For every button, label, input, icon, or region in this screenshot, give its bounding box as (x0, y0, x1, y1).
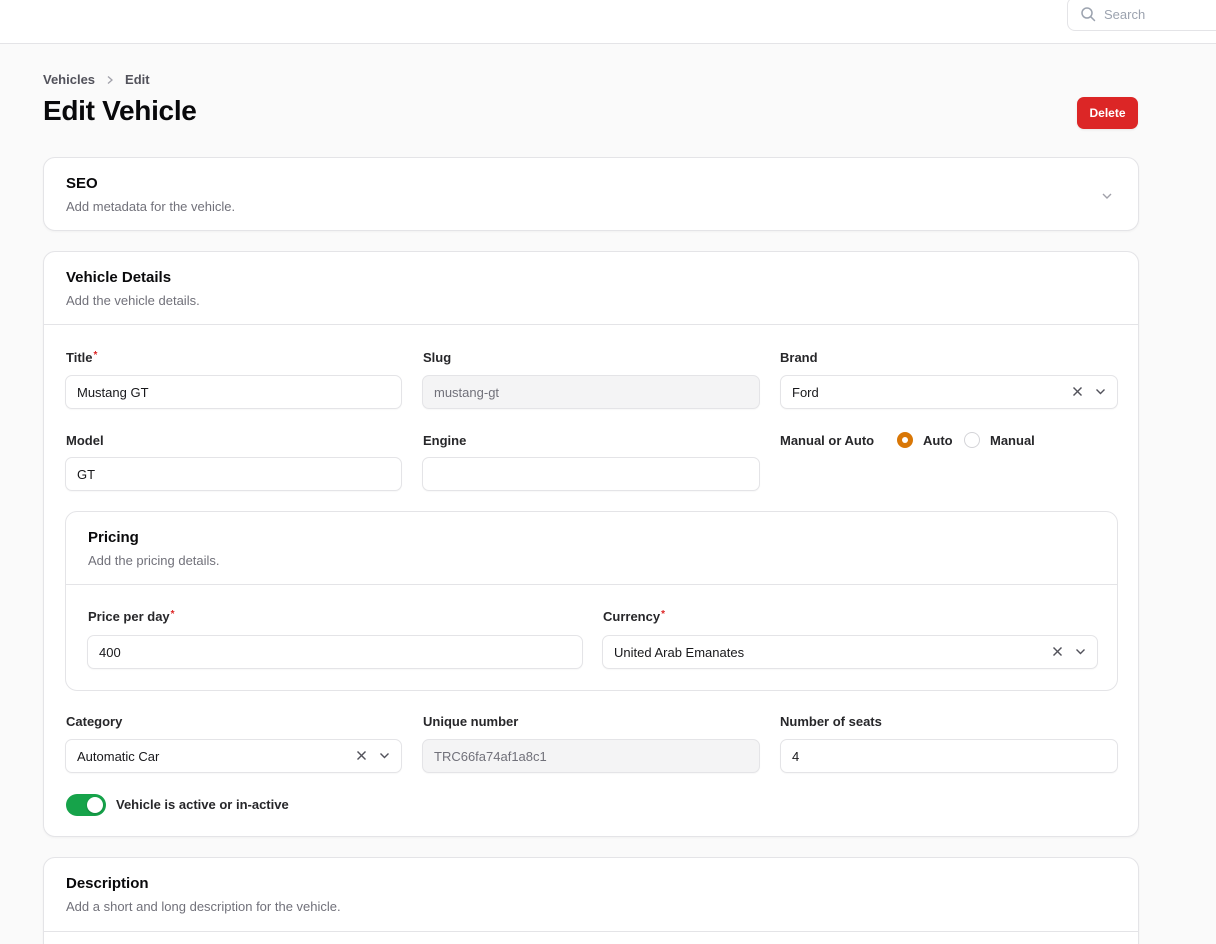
search-icon (1081, 7, 1096, 22)
currency-select[interactable]: United Arab Emanates (602, 635, 1098, 669)
clear-icon[interactable] (1051, 645, 1064, 658)
divider (66, 584, 1117, 585)
slug-input: mustang-gt (422, 375, 760, 409)
radio-auto-label: Auto (923, 432, 953, 448)
model-label: Model (66, 433, 104, 448)
unique-number-input: TRC66fa74af1a8c1 (422, 739, 760, 773)
pricing-section: Pricing Add the pricing details. Price p… (65, 511, 1118, 691)
delete-button[interactable]: Delete (1077, 97, 1138, 129)
page-title: Edit Vehicle (43, 95, 197, 126)
vehicle-details-description: Add the vehicle details. (66, 293, 200, 308)
title-input[interactable]: Mustang GT (65, 375, 402, 409)
radio-auto-control[interactable] (897, 432, 913, 448)
radio-manual-control[interactable] (964, 432, 980, 448)
model-input[interactable]: GT (65, 457, 402, 491)
active-toggle[interactable] (66, 794, 106, 816)
radio-manual-label: Manual (990, 432, 1035, 448)
description-section: Description Add a short and long descrip… (43, 857, 1139, 944)
clear-icon[interactable] (1071, 385, 1084, 398)
vehicle-details-title: Vehicle Details (66, 269, 172, 286)
seats-input[interactable]: 4 (780, 739, 1118, 773)
pricing-description: Add the pricing details. (88, 553, 220, 568)
title-label: Title* (66, 350, 98, 365)
breadcrumb-edit: Edit (125, 72, 150, 87)
chevron-right-icon (105, 75, 115, 85)
breadcrumb: Vehicles Edit (43, 72, 150, 87)
vehicle-details-section: Vehicle Details Add the vehicle details.… (43, 251, 1139, 837)
price-input[interactable]: 400 (87, 635, 583, 669)
radio-auto[interactable]: Auto (897, 432, 953, 448)
slug-label: Slug (423, 350, 452, 365)
category-select[interactable]: Automatic Car (65, 739, 402, 773)
category-label: Category (66, 714, 123, 729)
description-title: Description (66, 875, 149, 892)
seo-description: Add metadata for the vehicle. (66, 199, 236, 214)
divider (44, 931, 1138, 932)
search-input[interactable]: Search (1067, 0, 1216, 31)
chevron-down-icon[interactable] (1094, 385, 1107, 398)
engine-input[interactable] (422, 457, 760, 491)
price-label: Price per day* (88, 609, 175, 624)
top-bar: Search (0, 0, 1216, 44)
breadcrumb-vehicles[interactable]: Vehicles (43, 72, 95, 87)
divider (44, 324, 1138, 325)
chevron-down-icon[interactable] (378, 749, 391, 762)
brand-label: Brand (780, 350, 818, 365)
transmission-label: Manual or Auto (780, 433, 875, 448)
active-label: Vehicle is active or in-active (116, 797, 289, 812)
brand-select[interactable]: Ford (780, 375, 1118, 409)
chevron-down-icon[interactable] (1074, 645, 1087, 658)
currency-label: Currency* (603, 609, 665, 624)
description-description: Add a short and long description for the… (66, 899, 341, 914)
seo-title: SEO (66, 175, 98, 192)
radio-manual[interactable]: Manual (964, 432, 1035, 448)
unique-number-label: Unique number (423, 714, 519, 729)
seo-section[interactable]: SEO Add metadata for the vehicle. (43, 157, 1139, 231)
seats-label: Number of seats (780, 714, 882, 729)
clear-icon[interactable] (355, 749, 368, 762)
engine-label: Engine (423, 433, 467, 448)
search-placeholder: Search (1104, 6, 1146, 22)
pricing-title: Pricing (88, 529, 139, 546)
toggle-knob (87, 797, 103, 813)
chevron-down-icon[interactable] (1100, 189, 1114, 203)
